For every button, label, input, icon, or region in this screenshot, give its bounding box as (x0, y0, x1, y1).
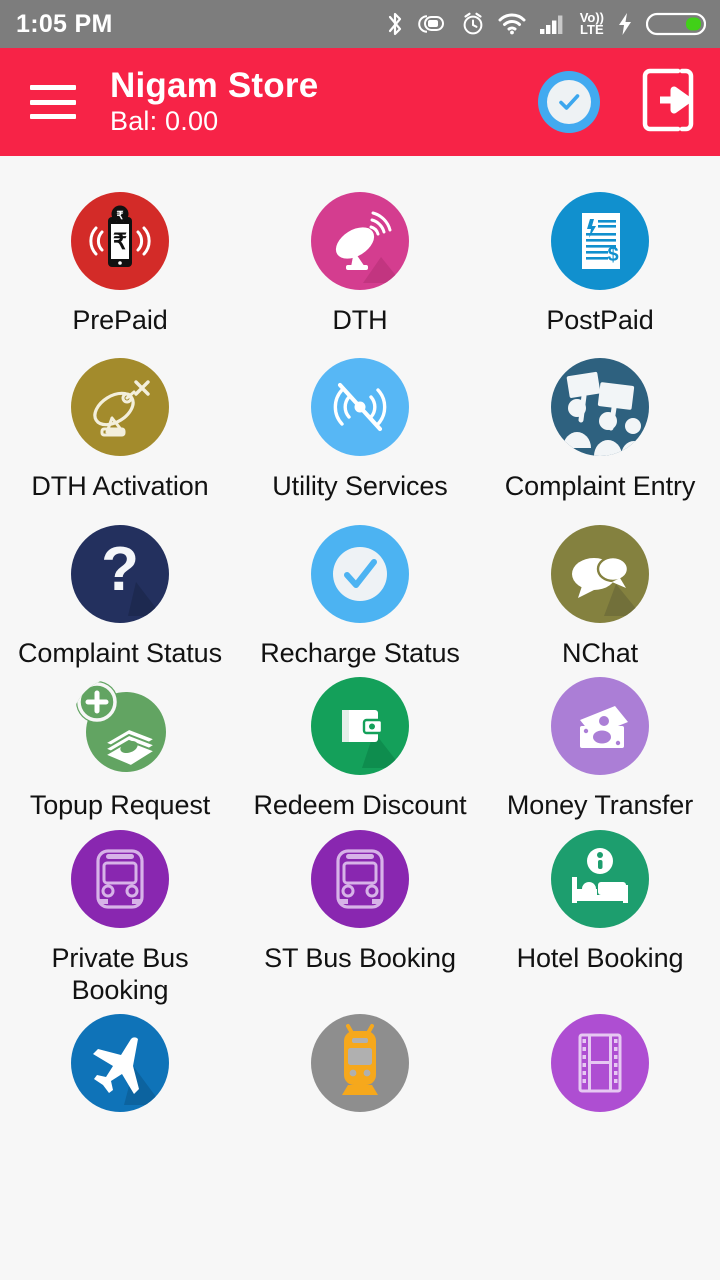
tile-label: Money Transfer (506, 790, 694, 821)
tile-train-booking[interactable] (240, 1006, 480, 1126)
signal-bars-icon (539, 13, 567, 35)
tile-label: ST Bus Booking (264, 942, 456, 973)
svg-text:?: ? (101, 535, 139, 604)
tile-prepaid[interactable]: ₹ ₹ PrePaid (0, 170, 240, 336)
tile-label: DTH (332, 305, 388, 335)
logout-icon[interactable] (638, 67, 698, 138)
app-bar-actions (538, 67, 698, 138)
tile-label: DTH Activation (31, 471, 209, 502)
tile-label: NChat (561, 637, 639, 668)
bus-icon (311, 829, 409, 928)
svg-text:$: $ (607, 244, 618, 266)
tile-label: Complaint Status (18, 637, 222, 668)
menu-icon-line (30, 85, 76, 90)
tile-label: Redeem Discount (253, 790, 467, 821)
question-mark-icon: ? (71, 524, 169, 623)
prepaid-mobile-icon: ₹ ₹ (71, 192, 169, 290)
tile-topup-request[interactable]: Topup Request (0, 669, 240, 821)
tile-postpaid[interactable]: $ PostPaid (480, 170, 720, 336)
volte-line-2: LTE (580, 22, 604, 37)
app-title-block: Nigam Store Bal: 0.00 (110, 66, 318, 138)
tile-private-bus-booking[interactable]: Private Bus Booking (0, 822, 240, 1007)
status-bar: 1:05 PM Vo)) LTE (0, 0, 720, 48)
bus-icon (71, 829, 169, 928)
tile-label: Complaint Entry (504, 471, 696, 502)
tile-redeem-discount[interactable]: Redeem Discount (240, 669, 480, 821)
screenshot-icon (417, 12, 448, 36)
hotel-bed-icon (551, 829, 649, 928)
banknotes-icon (551, 677, 649, 776)
status-bar-icons: Vo)) LTE (385, 10, 706, 37)
tile-flight-booking[interactable] (0, 1006, 240, 1126)
charging-bolt-icon (617, 12, 633, 36)
alarm-icon (461, 11, 485, 37)
airplane-icon (71, 1014, 169, 1113)
tile-label: PostPaid (546, 305, 654, 335)
tile-hotel-booking[interactable]: Hotel Booking (480, 822, 720, 1007)
dish-activation-icon (71, 358, 169, 457)
svg-text:₹: ₹ (117, 210, 124, 222)
tile-label: Hotel Booking (516, 942, 684, 973)
film-strip-icon (551, 1014, 649, 1113)
train-icon (311, 1014, 409, 1113)
tile-dth[interactable]: DTH (240, 170, 480, 336)
menu-icon-line (30, 99, 76, 105)
cash-plus-icon (71, 677, 169, 775)
bill-document-icon: $ (551, 192, 649, 290)
tile-dth-activation[interactable]: DTH Activation (0, 336, 240, 502)
svg-text:₹: ₹ (113, 229, 127, 254)
wallet-icon (311, 677, 409, 776)
tile-label: Utility Services (272, 471, 448, 502)
tile-utility-services[interactable]: Utility Services (240, 336, 480, 502)
tile-label: PrePaid (72, 305, 168, 335)
chat-bubbles-icon (551, 524, 649, 623)
menu-icon-line (30, 114, 76, 119)
volte-icon: Vo)) LTE (580, 10, 604, 37)
tile-money-transfer[interactable]: Money Transfer (480, 669, 720, 821)
tile-nchat[interactable]: NChat (480, 503, 720, 669)
status-bar-time: 1:05 PM (16, 9, 113, 38)
tile-label: Private Bus Booking (51, 942, 189, 1005)
tile-complaint-entry[interactable]: Complaint Entry (480, 336, 720, 502)
tile-label: Recharge Status (260, 637, 460, 668)
tile-recharge-status[interactable]: Recharge Status (240, 503, 480, 669)
app-bar: Nigam Store Bal: 0.00 (0, 48, 720, 156)
tile-st-bus-booking[interactable]: ST Bus Booking (240, 822, 480, 1007)
satellite-dish-icon (311, 192, 409, 290)
tile-label: Topup Request (29, 790, 211, 821)
balance-text: Bal: 0.00 (110, 106, 219, 137)
signal-off-icon (311, 358, 409, 457)
verified-check-icon[interactable] (538, 71, 600, 133)
tile-complaint-status[interactable]: ? Complaint Status (0, 503, 240, 669)
battery-icon (646, 11, 706, 37)
tile-movie-booking[interactable] (480, 1006, 720, 1126)
verified-check-inner (547, 80, 591, 124)
page-title: Nigam Store (110, 66, 319, 106)
protest-placards-icon (551, 358, 649, 457)
bluetooth-icon (385, 11, 405, 37)
check-circle-icon (311, 524, 409, 623)
menu-icon[interactable] (30, 85, 76, 119)
services-grid: ₹ ₹ PrePaid DTH $ PostPaid DTH Activatio… (0, 156, 720, 1126)
wifi-icon (498, 13, 526, 35)
